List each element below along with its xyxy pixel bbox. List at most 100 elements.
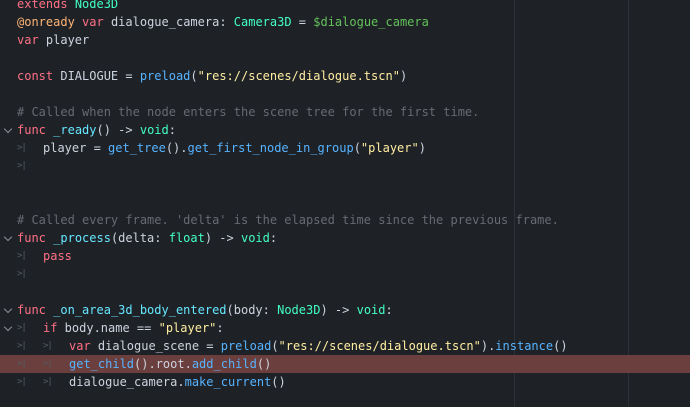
fold-chevron-icon[interactable] xyxy=(3,124,13,134)
line-gutter xyxy=(0,337,18,355)
code-token: () xyxy=(271,375,286,389)
code-line[interactable]: >| >| var dialogue_scene = preload("res://… xyxy=(0,337,690,355)
code-token: _process xyxy=(53,231,111,245)
code-token: player = xyxy=(43,141,109,155)
code-token: pass xyxy=(43,249,72,263)
code-line[interactable]: >| player = get_tree().get_first_node_in_… xyxy=(0,139,690,157)
code-token: instance xyxy=(495,339,554,353)
code-token: ) xyxy=(418,141,426,155)
indent-marker-icon: >| xyxy=(43,359,53,369)
code-line[interactable]: # Called when the node enters the scene … xyxy=(0,103,690,121)
code-token: ( xyxy=(190,69,198,83)
code-text: >| xyxy=(17,265,43,283)
indent-marker-icon: >| xyxy=(17,251,27,261)
code-token: ) -> xyxy=(320,303,357,317)
line-gutter[interactable] xyxy=(0,121,18,139)
code-token: void xyxy=(139,123,169,137)
code-token: const xyxy=(17,69,54,83)
fold-chevron-icon[interactable] xyxy=(3,304,13,314)
code-token: "res://scenes/dialogue.tscn" xyxy=(197,69,400,83)
code-line[interactable]: func _on_area_3d_body_entered(body: Node… xyxy=(0,301,690,319)
code-editor[interactable]: extends Node3D @onready var dialogue_came… xyxy=(0,0,690,407)
code-text: extends Node3D xyxy=(17,0,118,13)
code-line[interactable]: >| >| dialogue_camera.make_current() xyxy=(0,373,690,391)
code-token: ). xyxy=(480,339,496,353)
code-token: : xyxy=(168,123,176,137)
code-token: ( xyxy=(271,339,279,353)
code-text: func _on_area_3d_body_entered(body: Node… xyxy=(17,301,393,319)
code-line[interactable]: const DIALOGUE = preload("res://scenes/d… xyxy=(0,67,690,85)
code-line[interactable] xyxy=(0,193,690,211)
code-token: get_tree xyxy=(108,141,166,155)
line-gutter xyxy=(0,0,18,13)
fold-chevron-icon[interactable] xyxy=(3,232,13,242)
code-token: () xyxy=(256,357,272,371)
line-gutter xyxy=(0,355,18,373)
indent-marker-icon: >| xyxy=(17,359,27,369)
code-line[interactable]: var player xyxy=(0,31,690,49)
code-token: float xyxy=(168,231,205,245)
line-gutter xyxy=(0,211,18,229)
code-token: dialogue_camera. xyxy=(69,375,185,389)
highlighted-code-line[interactable]: >| >| get_child().root.add_child() xyxy=(0,355,690,373)
code-token: make_current xyxy=(184,375,272,389)
code-token: Camera3D xyxy=(233,15,292,29)
indent-marker-icon: >| xyxy=(17,323,27,333)
code-token: : xyxy=(385,303,393,317)
line-gutter[interactable] xyxy=(0,301,18,319)
code-token: "player" xyxy=(158,321,217,335)
code-line[interactable] xyxy=(0,85,690,103)
code-token: player xyxy=(38,33,90,47)
code-token: preload xyxy=(139,69,191,83)
code-text: >| pass xyxy=(17,247,72,265)
code-token: # Called when the node enters the scene … xyxy=(17,105,480,119)
code-token: if xyxy=(43,321,58,335)
code-token: var xyxy=(17,33,39,47)
code-line[interactable]: >| xyxy=(0,265,690,283)
line-gutter[interactable] xyxy=(0,319,18,337)
code-token: preload xyxy=(220,339,272,353)
code-token: func xyxy=(17,231,46,245)
code-token: (delta: xyxy=(110,231,169,245)
line-gutter xyxy=(0,157,18,175)
code-token: void xyxy=(356,303,386,317)
code-token: Node3D xyxy=(277,303,321,317)
indent-marker-icon: >| xyxy=(43,341,53,351)
code-text: @onready var dialogue_camera: Camera3D =… xyxy=(17,13,429,31)
code-token: # Called every frame. 'delta' is the ela… xyxy=(17,213,559,227)
line-gutter xyxy=(0,175,18,193)
code-line[interactable]: func _ready() -> void: xyxy=(0,121,690,139)
code-line[interactable]: func _process(delta: float) -> void: xyxy=(0,229,690,247)
code-token: : xyxy=(269,231,278,245)
code-token: add_child xyxy=(191,357,257,371)
code-text: # Called every frame. 'delta' is the ela… xyxy=(17,211,559,229)
code-line[interactable]: >| if body.name == "player": xyxy=(0,319,690,337)
code-token: () -> xyxy=(96,123,140,137)
code-line[interactable] xyxy=(0,283,690,301)
code-line[interactable]: @onready var dialogue_camera: Camera3D =… xyxy=(0,13,690,31)
code-token: dialogue_camera: xyxy=(103,15,234,29)
line-gutter xyxy=(0,85,18,103)
code-token: void xyxy=(240,231,270,245)
indent-marker-icon: >| xyxy=(17,341,27,351)
code-token: "player" xyxy=(360,141,419,155)
code-line[interactable] xyxy=(0,49,690,67)
code-line[interactable]: extends Node3D xyxy=(0,0,690,13)
code-line[interactable] xyxy=(0,175,690,193)
code-line[interactable]: >| xyxy=(0,157,690,175)
line-gutter[interactable] xyxy=(0,229,18,247)
code-lines: extends Node3D @onready var dialogue_came… xyxy=(0,0,690,391)
code-token: Node3D xyxy=(74,0,119,11)
line-gutter xyxy=(0,373,18,391)
code-token: extends xyxy=(17,0,68,11)
indent-marker-icon: >| xyxy=(17,377,27,387)
line-gutter xyxy=(0,139,18,157)
code-line[interactable]: >| pass xyxy=(0,247,690,265)
fold-chevron-icon[interactable] xyxy=(3,322,13,332)
indent-marker-icon: >| xyxy=(43,377,53,387)
code-line[interactable]: # Called every frame. 'delta' is the ela… xyxy=(0,211,690,229)
line-gutter xyxy=(0,265,18,283)
code-token: ) -> xyxy=(204,231,241,245)
